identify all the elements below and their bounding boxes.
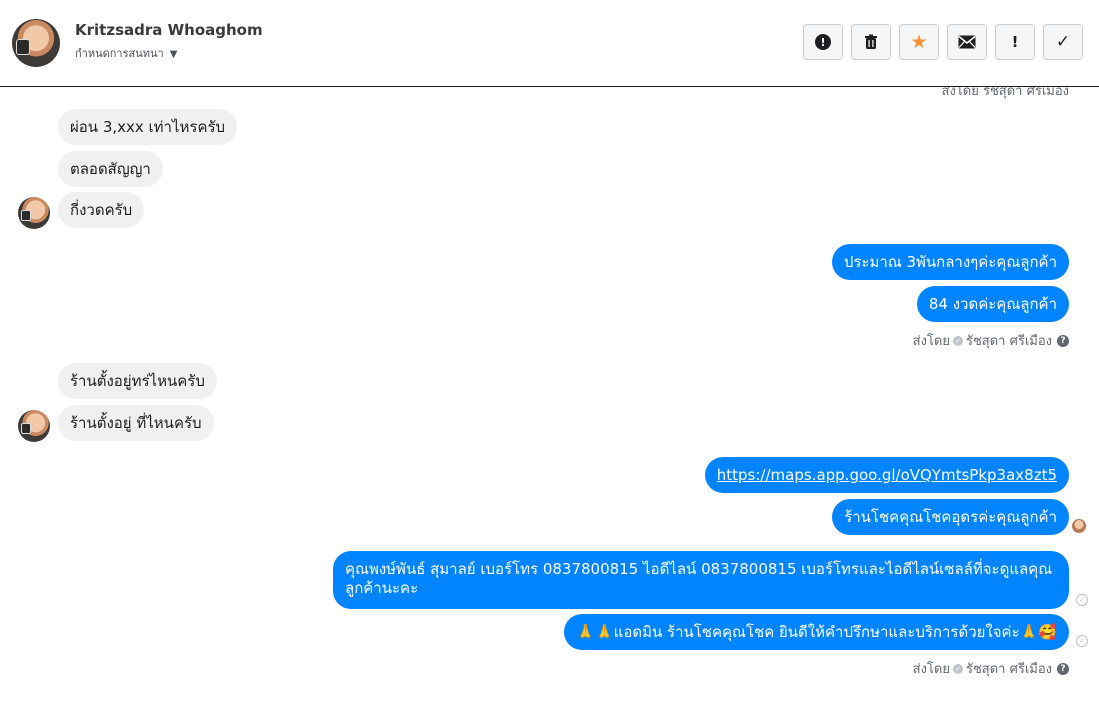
caret-down-icon: ▼ (169, 49, 178, 60)
contact-avatar-small[interactable] (18, 410, 50, 442)
exclamation-icon: ! (1011, 33, 1019, 51)
check-icon: ✓ (1055, 32, 1071, 52)
spam-button[interactable]: ! (995, 24, 1035, 60)
sent-status-icon: ✓ (1076, 635, 1088, 647)
sent-status-icon: ✓ (1076, 594, 1088, 606)
mark-unread-button[interactable] (947, 24, 987, 60)
outgoing-message-link[interactable]: https://maps.app.goo.gl/oVQYmtsPkp3ax8zt… (704, 457, 1069, 493)
check-circle-icon: ✓ (952, 335, 963, 346)
trash-icon (865, 34, 877, 49)
envelope-icon (958, 35, 976, 49)
help-icon[interactable]: ? (1057, 334, 1069, 347)
sent-by-meta: ส่งโดย ✓ รัชสุดา ศรีเมือง ? (913, 330, 1069, 351)
report-button[interactable]: ! (803, 24, 843, 60)
outgoing-message[interactable]: ประมาณ 3พันกลางๆค่ะคุณลูกค้า (831, 244, 1069, 280)
mark-done-button[interactable]: ✓ (1043, 24, 1083, 60)
contact-avatar-small[interactable] (18, 197, 50, 229)
conversation-status-label: กำหนดการสนทนา (75, 47, 164, 60)
incoming-message[interactable]: ร้านตั้งอยู่ทร่ไหนครับ (58, 363, 217, 399)
outgoing-message[interactable]: 84 งวดค่ะคุณลูกค้า (916, 286, 1069, 322)
conversation-header: Kritzsadra Whoaghom กำหนดการสนทนา ▼ ! ★ !… (0, 0, 1099, 87)
delete-button[interactable] (851, 24, 891, 60)
incoming-message[interactable]: ตลอดสัญญา (58, 151, 163, 187)
outgoing-message[interactable]: ร้านโชคคุณโชคอุดรค่ะคุณลูกค้า (832, 499, 1069, 535)
sent-by-meta: ส่งโดย ✓ รัชสุดา ศรีเมือง ? (913, 658, 1069, 679)
incoming-message[interactable]: ผ่อน 3,xxx เท่าไหรครับ (58, 109, 238, 145)
sent-by-label: ส่งโดย (912, 662, 950, 677)
star-button[interactable]: ★ (899, 24, 939, 60)
contact-name[interactable]: Kritzsadra Whoaghom (75, 21, 263, 39)
incoming-message[interactable]: ร้านตั้งอยู่ ที่ไหนครับ (58, 405, 214, 441)
star-icon: ★ (910, 31, 928, 53)
help-icon[interactable]: ? (1057, 662, 1069, 675)
sent-by-agent: รัชสุดา ศรีเมือง (965, 662, 1052, 677)
seen-indicator-avatar (1072, 519, 1086, 533)
sent-by-label: ส่งโดย (912, 334, 950, 349)
alert-circle-icon: ! (815, 34, 831, 50)
conversation-status-dropdown[interactable]: กำหนดการสนทนา ▼ (75, 44, 177, 62)
outgoing-message[interactable]: คุณพงษ์พันธ์ สุมาลย์ เบอร์โทร 0837800815… (333, 551, 1069, 609)
incoming-message[interactable]: กี่งวดครับ (58, 192, 145, 228)
outgoing-message[interactable]: 🙏🙏แอดมิน ร้านโชคคุณโชค ยินดีให้คำปรึกษาแ… (564, 614, 1069, 650)
contact-avatar[interactable] (12, 19, 60, 67)
maps-link[interactable]: https://maps.app.goo.gl/oVQYmtsPkp3ax8zt… (717, 466, 1057, 484)
check-circle-icon: ✓ (952, 663, 963, 674)
sent-by-agent: รัชสุดา ศรีเมือง (965, 334, 1052, 349)
